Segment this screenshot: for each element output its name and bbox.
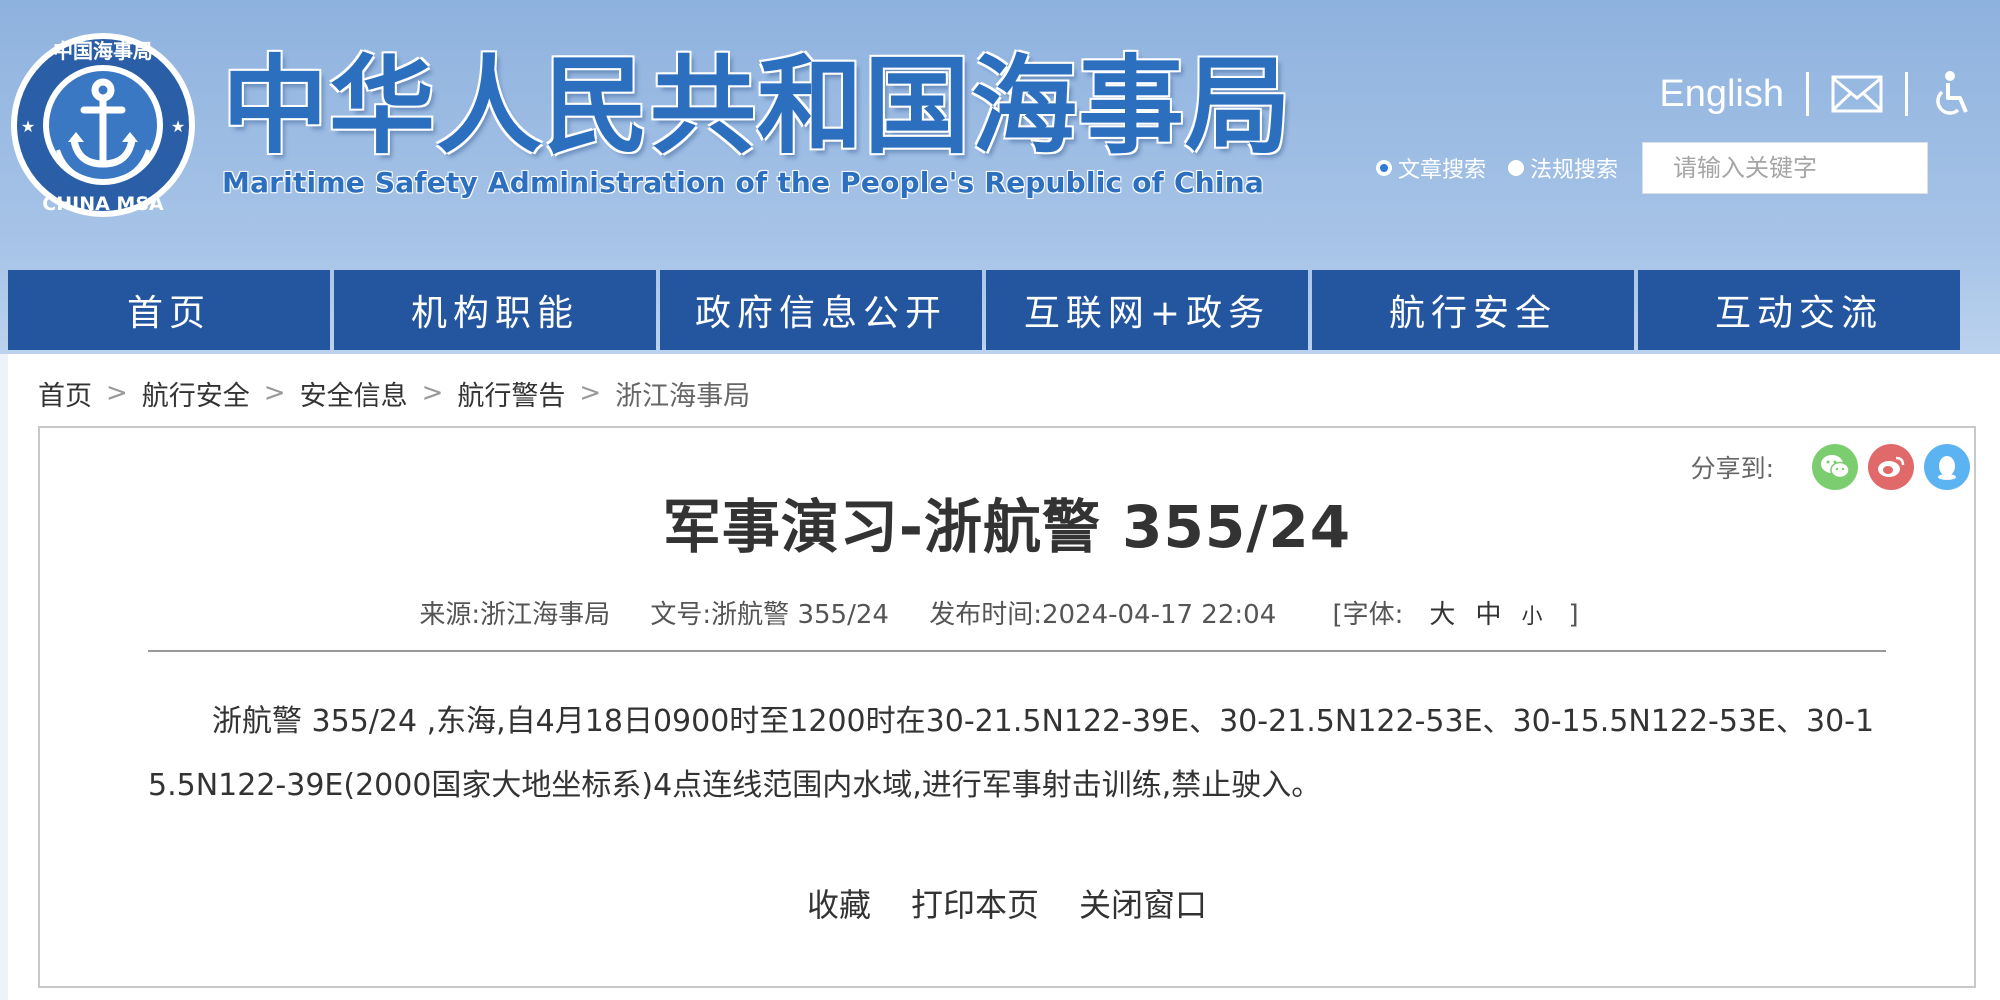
- site-title-cn: 中华人民共和国海事局: [222, 45, 1292, 168]
- site-header: 中国海事局 CHINA MSA ★ ★ 中华人民共和国海事局 Maritime …: [0, 0, 2000, 268]
- seal-text-top: 中国海事局: [53, 39, 153, 63]
- title-divider: [148, 650, 1886, 652]
- breadcrumb-separator: >: [421, 378, 444, 408]
- accessibility-icon[interactable]: [1930, 70, 1972, 118]
- radio-label: 法规搜索: [1530, 158, 1619, 183]
- content-area: 首页 > 航行安全 > 安全信息 > 航行警告 > 浙江海事局 分享到: 军事演…: [8, 354, 2000, 1000]
- radio-label: 文章搜索: [1398, 158, 1487, 183]
- nav-interaction[interactable]: 互动交流: [1638, 270, 1960, 350]
- top-links: English: [1659, 68, 1972, 120]
- print-button[interactable]: 打印本页: [911, 880, 1039, 930]
- site-title-en: Maritime Safety Administration of the Pe…: [222, 166, 1264, 199]
- radio-selected-indicator: [1376, 160, 1392, 176]
- article-meta: 来源:浙江海事局 文号:浙航警 355/24 发布时间:2024-04-17 2…: [40, 594, 1974, 631]
- breadcrumb: 首页 > 航行安全 > 安全信息 > 航行警告 > 浙江海事局: [38, 370, 750, 416]
- font-size-label: [字体:: [1332, 600, 1404, 630]
- favorite-button[interactable]: 收藏: [807, 880, 871, 930]
- radio-indicator: [1508, 160, 1525, 176]
- breadcrumb-navigation-safety[interactable]: 航行安全: [142, 374, 250, 413]
- breadcrumb-separator: >: [579, 378, 602, 408]
- breadcrumb-home[interactable]: 首页: [38, 374, 92, 413]
- seal-text-bottom: CHINA MSA: [42, 193, 164, 215]
- breadcrumb-safety-info[interactable]: 安全信息: [300, 374, 408, 413]
- nav-navigation-safety[interactable]: 航行安全: [1312, 270, 1634, 350]
- main-nav: 首页 机构职能 政府信息公开 互联网+政务 航行安全 互动交流: [8, 270, 1960, 350]
- svg-text:★: ★: [171, 117, 185, 136]
- article-body: 浙航警 355/24 ,东海,自4月18日0900时至1200时在30-21.5…: [148, 704, 1875, 803]
- separator: [1905, 72, 1908, 116]
- font-size-switcher: [字体: 大中小]: [1317, 600, 1595, 630]
- separator: [1806, 72, 1809, 116]
- font-size-close-bracket: ]: [1568, 600, 1579, 630]
- article-doc-number: 文号:浙航警 355/24: [650, 600, 889, 630]
- radio-law-search[interactable]: 法规搜索: [1508, 152, 1618, 184]
- left-margin: [0, 354, 8, 1000]
- search-input[interactable]: [1642, 142, 1929, 194]
- svg-text:★: ★: [21, 117, 35, 136]
- nav-gov-info[interactable]: 政府信息公开: [660, 270, 982, 350]
- nav-internet-gov[interactable]: 互联网+政务: [986, 270, 1308, 350]
- close-window-button[interactable]: 关闭窗口: [1079, 880, 1207, 930]
- breadcrumb-separator: >: [106, 378, 128, 408]
- nav-organization[interactable]: 机构职能: [334, 270, 656, 350]
- breadcrumb-current: 浙江海事局: [615, 380, 751, 412]
- font-size-large[interactable]: 大: [1429, 600, 1455, 630]
- font-size-medium[interactable]: 中: [1475, 600, 1501, 630]
- article-panel: 分享到: 军事演习-浙航警 355/24 来源:浙江海事局 文号:浙航警 355…: [38, 426, 1976, 988]
- breadcrumb-nav-warning[interactable]: 航行警告: [457, 374, 565, 413]
- msa-logo[interactable]: 中国海事局 CHINA MSA ★ ★: [8, 30, 198, 220]
- article-publish-time: 发布时间:2024-04-17 22:04: [929, 600, 1277, 630]
- article-title: 军事演习-浙航警 355/24: [662, 493, 1352, 561]
- article-source: 来源:浙江海事局: [419, 600, 611, 630]
- font-size-small[interactable]: 小: [1521, 604, 1542, 628]
- search-area: 文章搜索 法规搜索: [1376, 142, 1929, 194]
- radio-article-search[interactable]: 文章搜索: [1376, 152, 1486, 184]
- article-actions: 收藏 打印本页 关闭窗口: [40, 880, 1974, 930]
- breadcrumb-separator: >: [263, 378, 286, 408]
- english-link[interactable]: English: [1659, 73, 1784, 116]
- mail-icon[interactable]: [1831, 74, 1883, 114]
- nav-home[interactable]: 首页: [8, 270, 330, 350]
